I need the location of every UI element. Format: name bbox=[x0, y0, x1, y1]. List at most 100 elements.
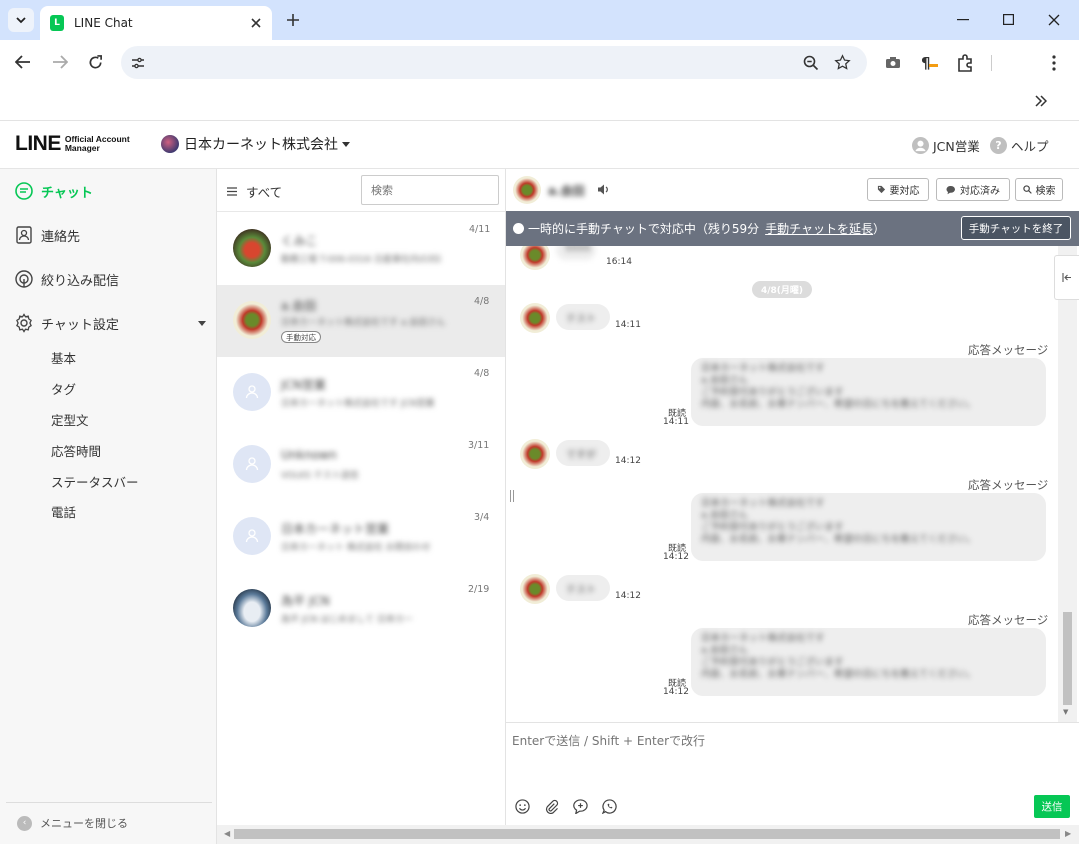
new-tab-icon[interactable] bbox=[286, 13, 300, 27]
scroll-right-icon[interactable]: ▶ bbox=[1065, 829, 1071, 838]
manual-chat-banner: 一時的に手動チャットで対応中（残り59分 手動チャットを延長 ） 手動チャットを… bbox=[506, 211, 1079, 246]
close-menu-button[interactable]: ‹ メニューを閉じる bbox=[17, 815, 128, 831]
vertical-scrollbar[interactable]: ▼ bbox=[1058, 246, 1077, 722]
account-switcher[interactable]: 日本カーネット株式会社 bbox=[161, 134, 350, 154]
line-oam-logo[interactable]: LINE Official Account Manager bbox=[15, 132, 130, 156]
template-message-icon[interactable] bbox=[573, 799, 588, 814]
chat-list-item[interactable]: JCN営業 日本カーネット株式会社です JCN営業 4/8 bbox=[217, 357, 505, 429]
bookmarks-bar bbox=[0, 85, 1079, 121]
sidebar-sub-phone[interactable]: 電話 bbox=[51, 502, 76, 521]
composer-divider bbox=[506, 722, 1079, 723]
contact-avatar bbox=[513, 176, 541, 204]
chat-search-input[interactable] bbox=[361, 175, 499, 205]
default-avatar-icon bbox=[233, 445, 271, 483]
sidebar-item-chat-settings[interactable]: チャット設定 bbox=[14, 313, 206, 333]
paperclip-icon[interactable] bbox=[544, 799, 559, 814]
sidebar-sub-basic[interactable]: 基本 bbox=[51, 348, 76, 367]
help-icon: ? bbox=[990, 137, 1007, 154]
tab-search-button[interactable] bbox=[8, 8, 34, 32]
contact-avatar bbox=[520, 439, 550, 469]
end-manual-chat-button[interactable]: 手動チャットを終了 bbox=[961, 216, 1071, 240]
minimize-icon[interactable] bbox=[957, 19, 969, 21]
chat-list-item[interactable]: くみこ 勤務工場 T-006-0316 日産車社内の対応 4/11 bbox=[217, 213, 505, 285]
sidebar-sub-response-hours[interactable]: 応答時間 bbox=[51, 441, 101, 460]
emoji-icon[interactable] bbox=[515, 799, 530, 814]
sidebar-sub-status-bar[interactable]: ステータスバー bbox=[51, 472, 139, 491]
browser-tab[interactable]: L LINE Chat bbox=[40, 6, 272, 40]
resize-handle[interactable] bbox=[510, 490, 514, 502]
line-favicon: L bbox=[50, 15, 64, 31]
sidebar-sub-templates[interactable]: 定型文 bbox=[51, 410, 89, 429]
speaker-icon[interactable] bbox=[597, 184, 609, 195]
default-avatar-icon bbox=[233, 373, 271, 411]
horizontal-scrollbar[interactable]: ◀ ▶ bbox=[217, 825, 1079, 844]
chevron-down-icon bbox=[16, 17, 26, 24]
maximize-icon[interactable] bbox=[1003, 14, 1014, 25]
back-icon[interactable] bbox=[15, 55, 31, 69]
chat-list-item-selected[interactable]: a.会田 日本カーネット株式会社です a.会田さん 手動対応 4/8 bbox=[217, 285, 505, 357]
list-divider bbox=[217, 211, 505, 212]
tab-title: LINE Chat bbox=[74, 16, 133, 30]
address-bar[interactable] bbox=[121, 46, 867, 79]
search-icon bbox=[1022, 185, 1032, 194]
chat-bubble-icon bbox=[14, 181, 34, 201]
sidebar-sub-tags[interactable]: タグ bbox=[51, 379, 76, 398]
user-menu[interactable]: JCN営業 bbox=[912, 136, 980, 155]
side-panel-toggle[interactable] bbox=[1054, 255, 1079, 300]
send-button[interactable]: 送信 bbox=[1034, 795, 1070, 818]
list-filter[interactable]: すべて bbox=[227, 182, 282, 201]
site-settings-icon[interactable] bbox=[131, 56, 145, 70]
contacts-icon bbox=[14, 225, 34, 245]
outgoing-message: 日本カーネット株式会社です a.会田さん ご予約受付ありがとうございます 内容、お名前… bbox=[691, 628, 1046, 696]
sidebar-item-targeted-broadcast[interactable]: 絞り込み配信 bbox=[14, 269, 119, 289]
speech-bubble-icon bbox=[946, 185, 955, 194]
message-list: 5555 16:14 4/8(月曜) テスト 14:11 応答メッセージ 既読 … bbox=[506, 246, 1058, 722]
contact-avatar bbox=[233, 589, 271, 627]
forward-icon[interactable] bbox=[52, 55, 68, 69]
extensions-icon[interactable] bbox=[956, 54, 974, 72]
gear-icon bbox=[14, 313, 34, 333]
bookmark-star-icon[interactable] bbox=[834, 54, 851, 71]
sidebar-divider bbox=[6, 802, 212, 803]
chat-list-item[interactable]: Unknown VOLKS テスト送信 3/11 bbox=[217, 429, 505, 501]
chat-list-pane: すべて くみこ 勤務工場 T-006-0316 日産車社内の対応 4/11 a.… bbox=[217, 169, 506, 825]
scrollbar-thumb[interactable] bbox=[234, 829, 1060, 839]
toolbar-divider bbox=[991, 55, 992, 71]
extend-manual-chat-link[interactable]: 手動チャットを延長 bbox=[765, 220, 873, 237]
app-header: LINE Official Account Manager 日本カーネット株式会… bbox=[0, 121, 1079, 169]
account-avatar bbox=[161, 135, 179, 153]
search-button[interactable]: 検索 bbox=[1015, 178, 1063, 201]
sidebar: チャット 連絡先 絞り込み配信 チャット設定 基本 タグ 定型文 応答時間 ステ… bbox=[0, 169, 217, 844]
browser-tab-strip: L LINE Chat bbox=[0, 0, 1079, 40]
contact-avatar bbox=[520, 574, 550, 604]
reload-icon[interactable] bbox=[88, 55, 103, 70]
account-name: 日本カーネット株式会社 bbox=[184, 137, 338, 153]
more-menu-icon[interactable] bbox=[1052, 55, 1056, 71]
close-icon[interactable] bbox=[250, 17, 262, 29]
double-chevron-right-icon[interactable] bbox=[1035, 95, 1047, 107]
chat-list-item[interactable]: 為平 JCN 為平 JCN はじめまして 日本カー 2/19 bbox=[217, 573, 505, 645]
manual-chat-badge: 手動対応 bbox=[281, 331, 321, 343]
camera-icon[interactable] bbox=[885, 56, 901, 72]
sidebar-item-contacts[interactable]: 連絡先 bbox=[14, 225, 80, 245]
help-link[interactable]: ? ヘルプ bbox=[990, 136, 1049, 155]
resolved-button[interactable]: 対応済み bbox=[936, 178, 1010, 201]
phone-bubble-icon[interactable] bbox=[602, 799, 617, 814]
scroll-left-icon[interactable]: ◀ bbox=[224, 829, 230, 838]
incoming-message: テスト bbox=[556, 304, 610, 330]
zoom-icon[interactable] bbox=[803, 55, 819, 71]
window-close-icon[interactable] bbox=[1048, 14, 1060, 26]
contact-name: a.会田 bbox=[548, 184, 585, 198]
contact-avatar bbox=[520, 246, 550, 270]
chat-list-item[interactable]: 日本カーネット営業 日本カーネット 株式会社 お問合わせ 3/4 bbox=[217, 501, 505, 573]
outgoing-message: 日本カーネット株式会社です a.会田さん ご予約受付ありがとうございます 内容、お名前… bbox=[691, 493, 1046, 561]
scroll-down-icon[interactable]: ▼ bbox=[1063, 708, 1068, 716]
pilcrow-extension-icon[interactable]: ¶ bbox=[921, 54, 938, 72]
message-input[interactable] bbox=[506, 725, 1066, 785]
sidebar-item-chat[interactable]: チャット bbox=[14, 181, 93, 201]
user-avatar-icon bbox=[912, 137, 929, 154]
scrollbar-thumb[interactable] bbox=[1063, 612, 1072, 705]
user-name: JCN営業 bbox=[933, 139, 980, 154]
default-avatar-icon bbox=[233, 517, 271, 555]
needs-action-button[interactable]: 要対応 bbox=[867, 178, 929, 201]
